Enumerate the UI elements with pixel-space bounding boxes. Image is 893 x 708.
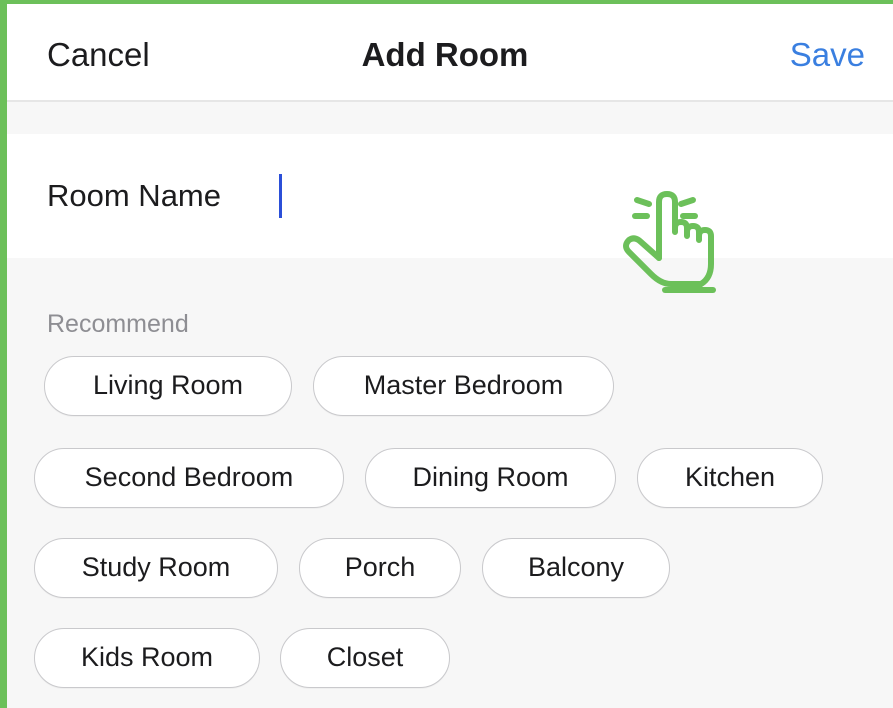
text-cursor xyxy=(279,174,282,218)
room-name-row: Room Name xyxy=(7,134,893,293)
chip-kitchen[interactable]: Kitchen xyxy=(637,448,823,508)
add-room-screen: Cancel Add Room Save Room Name Recommend xyxy=(0,0,893,708)
room-name-label: Room Name xyxy=(47,178,221,213)
chip-porch[interactable]: Porch xyxy=(299,538,461,598)
chip-second-bedroom[interactable]: Second Bedroom xyxy=(34,448,344,508)
chip-balcony[interactable]: Balcony xyxy=(482,538,670,598)
tap-hand-icon xyxy=(623,191,716,293)
chip-master-bedroom[interactable]: Master Bedroom xyxy=(313,356,614,416)
navigation-bar: Cancel Add Room Save xyxy=(7,4,893,102)
save-button[interactable]: Save xyxy=(790,36,865,74)
chip-kids-room[interactable]: Kids Room xyxy=(34,628,260,688)
room-name-input[interactable] xyxy=(273,168,593,220)
chip-closet[interactable]: Closet xyxy=(280,628,450,688)
chip-study-room[interactable]: Study Room xyxy=(34,538,278,598)
page-title: Add Room xyxy=(361,36,529,73)
recommend-heading: Recommend xyxy=(47,310,189,338)
chip-dining-room[interactable]: Dining Room xyxy=(365,448,616,508)
chip-living-room[interactable]: Living Room xyxy=(44,356,292,416)
